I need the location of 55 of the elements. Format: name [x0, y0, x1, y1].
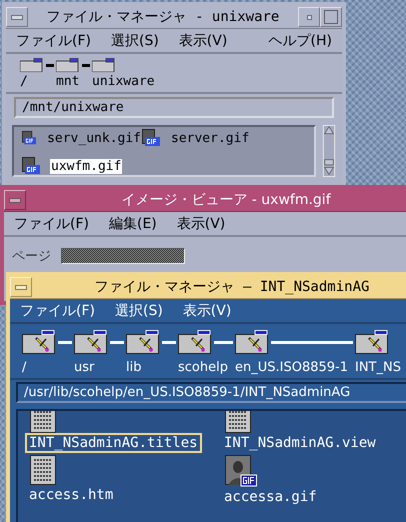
path-segment[interactable]: /	[22, 360, 74, 375]
minimize-button[interactable]	[298, 7, 320, 27]
file-name[interactable]: server.gif	[170, 130, 250, 146]
file-name[interactable]: INT_NSadminAG.view	[220, 433, 380, 453]
path-segment[interactable]: unixware	[92, 74, 165, 89]
file-name[interactable]: INT_NSadminAG.titles	[25, 433, 202, 453]
folder-icon[interactable]	[20, 58, 44, 72]
menu-item[interactable]: ファイル(F)	[20, 302, 95, 320]
text-file-icon[interactable]	[30, 411, 56, 433]
menu-item[interactable]: 編集(E)	[108, 214, 157, 232]
folder-icon[interactable]	[355, 330, 389, 354]
menu-item[interactable]: 表示(V)	[178, 32, 228, 50]
window-title: イメージ・ビューア - uxwfm.gif	[120, 191, 332, 209]
path-segment[interactable]: lib	[126, 360, 178, 375]
text-file-icon[interactable]	[30, 455, 56, 485]
path-field[interactable]: /usr/lib/scohelp/en_US.ISO8859-1/INT_NSadminAG	[16, 382, 406, 403]
folder-icon[interactable]	[178, 330, 212, 354]
window-menu-button[interactable]	[10, 277, 32, 297]
folder-icon[interactable]	[92, 58, 116, 72]
window-title: ファイル・マネージャ – INT_NSadminAG	[94, 278, 370, 296]
menu-item[interactable]: ファイル(F)	[16, 32, 91, 50]
menu-item[interactable]: 選択(S)	[114, 302, 163, 320]
folder-icon[interactable]	[234, 330, 269, 354]
menu-item[interactable]: 選択(S)	[110, 32, 159, 50]
gif-image-icon[interactable]	[225, 455, 257, 487]
help-menu[interactable]: ヘルプ(H)	[268, 32, 332, 50]
path-segment[interactable]: /	[20, 74, 56, 89]
file-name[interactable]: uxwfm.gif	[50, 158, 122, 174]
gif-file-icon[interactable]	[142, 129, 160, 147]
menu-item[interactable]: 表示(V)	[182, 302, 232, 320]
connector-line	[214, 340, 233, 344]
path-segment[interactable]: scohelp	[178, 360, 235, 375]
gif-file-icon[interactable]	[22, 129, 36, 147]
folder-icon[interactable]	[22, 330, 56, 354]
path-segment[interactable]: mnt	[56, 74, 92, 89]
text-file-icon[interactable]	[225, 411, 251, 433]
path-segment[interactable]: usr	[74, 360, 126, 375]
file-name[interactable]: access.htm	[25, 485, 118, 505]
page-label: ページ	[12, 248, 51, 265]
path-segment[interactable]: en_US.ISO8859-1	[234, 360, 355, 375]
menu-item[interactable]: 表示(V)	[176, 214, 226, 232]
path-field[interactable]: /mnt/unixware	[14, 97, 334, 118]
folder-icon[interactable]	[126, 330, 160, 354]
gif-file-icon[interactable]	[22, 157, 40, 175]
folder-icon[interactable]	[74, 330, 108, 354]
window-menu-button[interactable]	[4, 190, 26, 210]
window-menu-button[interactable]	[6, 7, 28, 27]
maximize-button[interactable]	[320, 7, 342, 27]
file-name[interactable]: serv_unk.gif	[46, 130, 142, 146]
menu-item[interactable]: ファイル(F)	[14, 214, 89, 232]
folder-icon[interactable]	[56, 58, 80, 72]
scrollbar[interactable]	[322, 125, 336, 177]
file-name[interactable]: accessa.gif	[220, 487, 321, 507]
path-segment[interactable]: INT_NS	[355, 360, 406, 375]
window-title: ファイル・マネージャ - unixware	[46, 8, 280, 26]
